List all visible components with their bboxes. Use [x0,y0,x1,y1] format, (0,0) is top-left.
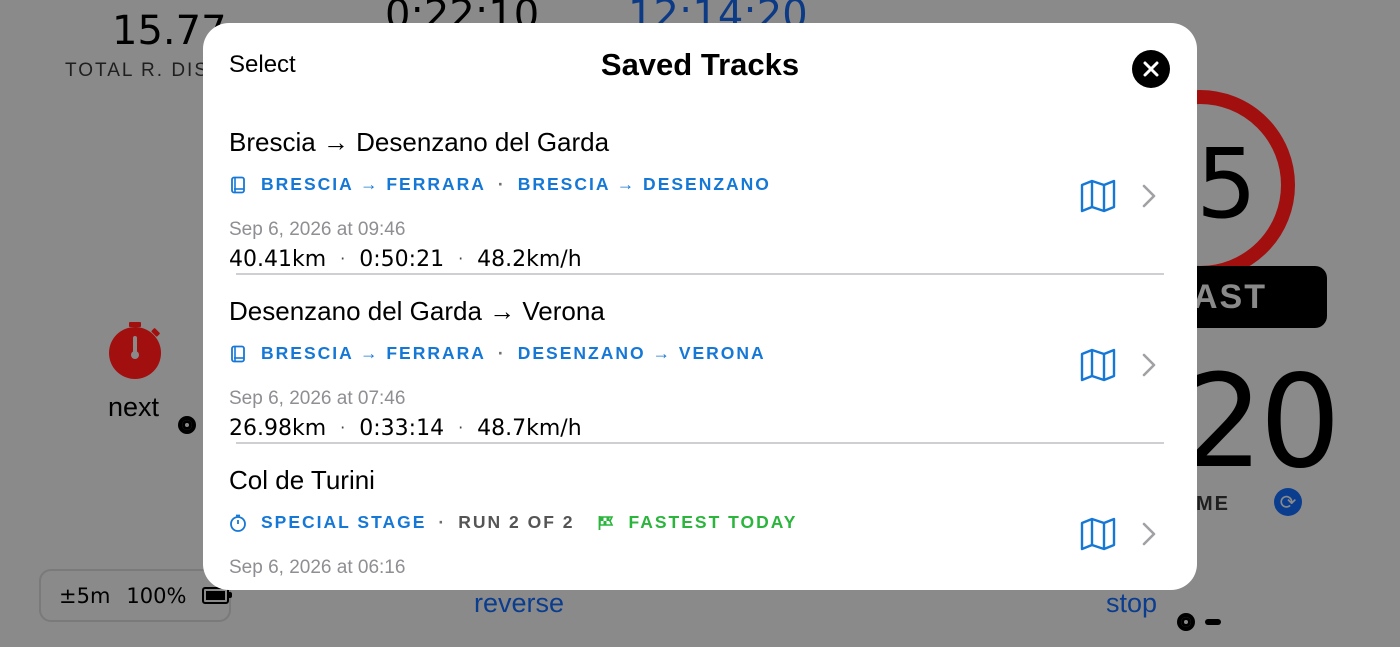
track-duration: 0:33:14 [359,416,445,441]
tag-special-stage: SPECIAL STAGE [261,512,427,532]
map-icon[interactable] [1080,517,1116,551]
reverse-button[interactable]: reverse [474,588,564,619]
stop-button[interactable]: stop [1106,588,1157,619]
book-icon [229,176,247,194]
track-tags: BRESCIA → FERRARA · DESENZANO → VERONA [229,343,766,364]
close-button[interactable] [1132,50,1170,88]
track-row[interactable]: Brescia → Desenzano del Garda BRESCIA → … [203,127,1197,296]
track-duration: 0:50:21 [359,247,445,272]
book-icon [229,345,247,363]
next-button[interactable]: next [108,392,159,423]
track-title: Col de Turini [229,465,375,495]
track-stats: 40.41km · 0:50:21 · 48.2km/h [229,247,582,272]
gps-accuracy: ±5m [59,583,111,608]
map-icon[interactable] [1080,179,1116,213]
track-distance: 26.98km [229,416,327,441]
track-stats: 26.98km · 0:33:14 · 48.7km/h [229,416,582,441]
track-date: Sep 6, 2026 at 07:46 [229,388,406,409]
stopwatch-icon [229,514,247,532]
track-distance: 40.41km [229,247,327,272]
track-date: Sep 6, 2026 at 06:16 [229,557,406,578]
chevron-right-icon[interactable] [1141,352,1157,378]
tag-fastest-today: FASTEST TODAY [628,512,798,532]
track-row[interactable]: Desenzano del Garda → Verona BRESCIA → F… [203,296,1197,465]
row-divider [236,442,1164,444]
chevron-right-icon[interactable] [1141,521,1157,547]
map-icon[interactable] [1080,348,1116,382]
stopwatch-icon[interactable] [108,322,162,380]
minus-icon [1205,619,1221,625]
tag-route: BRESCIA → FERRARA [261,174,486,194]
big-number-label: ME [1196,493,1230,515]
chevron-right-icon[interactable] [1141,183,1157,209]
sheet-title: Saved Tracks [600,47,800,82]
tag-route: BRESCIA → FERRARA [261,343,486,363]
track-title: Desenzano del Garda → Verona [229,296,605,326]
big-number-value: 20 [1182,348,1341,497]
row-divider [236,273,1164,275]
track-date: Sep 6, 2026 at 09:46 [229,219,406,240]
track-tags: SPECIAL STAGE · RUN 2 OF 2 FASTEST TODAY [229,512,797,533]
tag-run: RUN 2 OF 2 [458,512,575,532]
record-dot-icon [178,416,196,434]
battery-percent: 100% [126,583,187,608]
tag-stage: BRESCIA → DESENZANO [517,174,771,194]
track-title: Brescia → Desenzano del Garda [229,127,610,157]
speed-limit-value: 5 [1196,128,1258,240]
record-dot-icon [1177,613,1195,631]
track-row[interactable]: Col de Turini SPECIAL STAGE · RUN 2 OF 2… [203,465,1197,590]
sync-icon[interactable]: ⟳ [1274,488,1302,516]
tag-stage: DESENZANO → VERONA [517,343,766,363]
total-distance-label: TOTAL R. DIS [65,60,210,81]
track-tags: BRESCIA → FERRARA · BRESCIA → DESENZANO [229,174,771,195]
track-avg-speed: 48.7km/h [477,416,582,441]
saved-tracks-sheet: Select Saved Tracks Brescia → Desenzano … [203,23,1197,590]
track-avg-speed: 48.2km/h [477,247,582,272]
close-icon [1143,61,1159,77]
flag-icon [597,514,615,532]
status-badge-label: AST [1193,277,1267,316]
